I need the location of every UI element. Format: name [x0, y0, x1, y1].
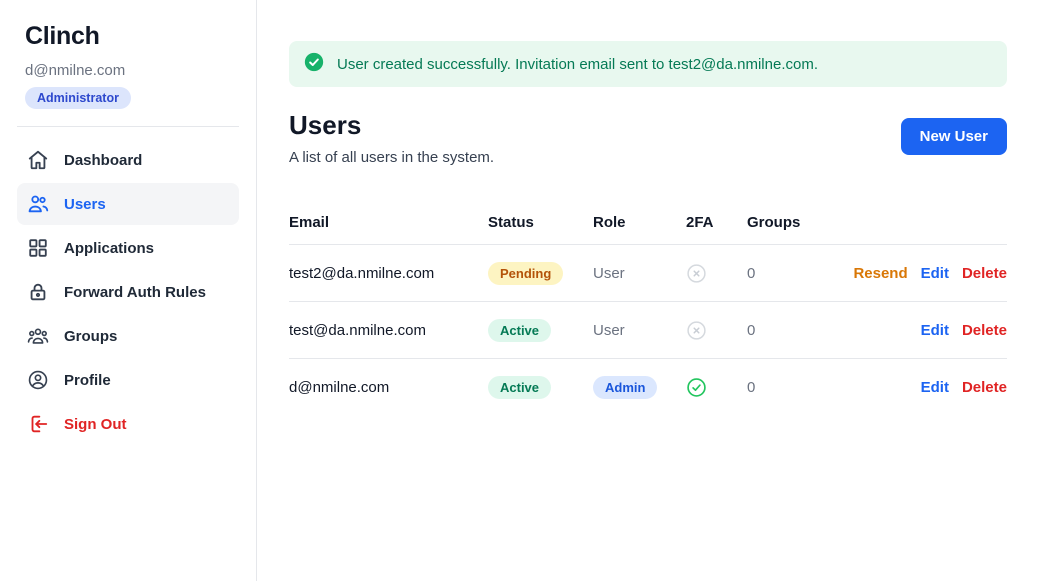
groups-count: 0 [747, 322, 837, 339]
users-icon [27, 193, 49, 215]
page-title: Users [289, 110, 494, 140]
sidebar-item-profile[interactable]: Profile [17, 359, 239, 401]
status-badge: Pending [488, 262, 563, 285]
sidebar-item-label: Dashboard [64, 152, 142, 169]
page-subtitle: A list of all users in the system. [289, 149, 494, 166]
row-actions: Edit Delete [837, 379, 1007, 396]
page-header: Users A list of all users in the system.… [289, 110, 1007, 166]
check-circle-icon [304, 52, 324, 76]
sidebar-item-users[interactable]: Users [17, 183, 239, 225]
role-cell: Admin [593, 376, 686, 399]
sidebar-item-sign-out[interactable]: Sign Out [17, 403, 239, 445]
delete-link[interactable]: Delete [962, 322, 1007, 339]
table-row: d@nmilne.comActive Admin 0 Edit Delete [289, 359, 1007, 416]
sidebar-item-label: Profile [64, 372, 111, 389]
table-header-row: Email Status Role 2FA Groups [289, 214, 1007, 245]
column-header-2fa: 2FA [686, 214, 747, 231]
sidebar-item-label: Groups [64, 328, 117, 345]
role-cell: User [593, 265, 686, 282]
sidebar-item-label: Applications [64, 240, 154, 257]
page-header-text: Users A list of all users in the system. [289, 110, 494, 166]
main-content: User created successfully. Invitation em… [257, 0, 1039, 581]
status-cell: Active [488, 376, 593, 399]
role-cell: User [593, 322, 686, 339]
profile-icon [27, 369, 49, 391]
sidebar-divider [17, 126, 239, 127]
user-email-cell: test2@da.nmilne.com [289, 265, 488, 282]
user-email-cell: d@nmilne.com [289, 379, 488, 396]
sidebar-item-label: Users [64, 196, 106, 213]
sidebar-item-label: Forward Auth Rules [64, 284, 206, 301]
row-actions: Resend Edit Delete [837, 265, 1007, 282]
app-title: Clinch [17, 22, 239, 51]
sidebar-item-applications[interactable]: Applications [17, 227, 239, 269]
column-header-email: Email [289, 214, 488, 231]
resend-link[interactable]: Resend [853, 265, 907, 282]
status-badge: Active [488, 319, 551, 342]
app-layout: Clinch d@nmilne.com Administrator Dashbo… [0, 0, 1039, 581]
row-actions: Edit Delete [837, 322, 1007, 339]
edit-link[interactable]: Edit [921, 322, 949, 339]
sidebar-user-email: d@nmilne.com [17, 62, 239, 79]
table-body: test2@da.nmilne.comPending User 0 Resend Edi… [289, 245, 1007, 416]
status-cell: Active [488, 319, 593, 342]
lock-icon [27, 281, 49, 303]
sidebar-nav: Dashboard Users Applications Forward Auth R… [17, 139, 239, 445]
edit-link[interactable]: Edit [921, 265, 949, 282]
success-banner: User created successfully. Invitation em… [289, 41, 1007, 87]
edit-link[interactable]: Edit [921, 379, 949, 396]
table-row: test@da.nmilne.comActive User 0 Edit Delete [289, 302, 1007, 359]
column-header-status: Status [488, 214, 593, 231]
groups-icon [27, 325, 49, 347]
twofa-disabled-x-icon [686, 263, 747, 284]
sidebar-item-groups[interactable]: Groups [17, 315, 239, 357]
sidebar: Clinch d@nmilne.com Administrator Dashbo… [0, 0, 257, 581]
sidebar-item-dashboard[interactable]: Dashboard [17, 139, 239, 181]
new-user-button[interactable]: New User [901, 118, 1007, 155]
twofa-enabled-check-icon [686, 377, 747, 398]
role-badge: Admin [593, 376, 657, 399]
delete-link[interactable]: Delete [962, 265, 1007, 282]
users-table: Email Status Role 2FA Groups test2@da.nm… [289, 214, 1007, 416]
grid-icon [27, 237, 49, 259]
column-header-groups: Groups [747, 214, 837, 231]
groups-count: 0 [747, 379, 837, 396]
sign-out-icon [27, 413, 49, 435]
success-banner-message: User created successfully. Invitation em… [337, 56, 818, 73]
table-row: test2@da.nmilne.comPending User 0 Resend Edi… [289, 245, 1007, 302]
sidebar-item-forward-auth-rules[interactable]: Forward Auth Rules [17, 271, 239, 313]
delete-link[interactable]: Delete [962, 379, 1007, 396]
administrator-badge: Administrator [25, 87, 131, 109]
groups-count: 0 [747, 265, 837, 282]
sidebar-item-label: Sign Out [64, 416, 127, 433]
status-cell: Pending [488, 262, 593, 285]
user-email-cell: test@da.nmilne.com [289, 322, 488, 339]
column-header-role: Role [593, 214, 686, 231]
home-icon [27, 149, 49, 171]
status-badge: Active [488, 376, 551, 399]
twofa-disabled-x-icon [686, 320, 747, 341]
